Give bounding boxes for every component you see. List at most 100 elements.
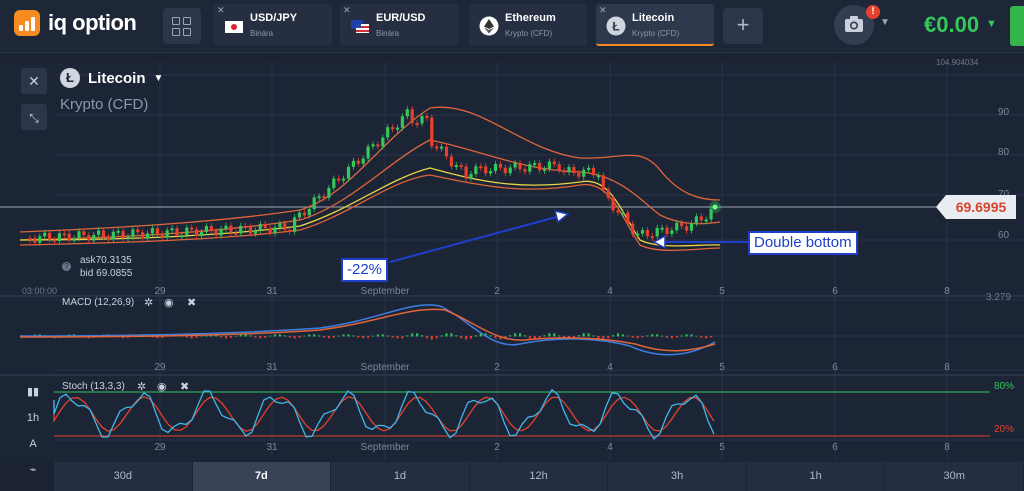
macd-histogram-bar <box>293 336 296 339</box>
candle-body <box>631 223 635 235</box>
candle-body <box>611 197 615 211</box>
candle-body <box>587 167 591 170</box>
candle-body <box>106 236 110 240</box>
macd-histogram-bar <box>372 335 374 337</box>
candle-body <box>283 223 287 230</box>
bid-value: 69.0855 <box>96 268 133 279</box>
timeframe-30d[interactable]: 30d <box>54 462 193 491</box>
time-axis-label: 31 <box>266 362 278 373</box>
candle-body <box>420 116 424 124</box>
price-axis-label: 80 <box>998 147 1010 158</box>
macd-histogram-bar <box>215 335 218 337</box>
close-icon[interactable]: ✖ <box>187 296 196 309</box>
macd-histogram-bar <box>234 335 237 337</box>
macd-histogram-bar <box>303 335 306 337</box>
close-icon[interactable]: ✖ <box>180 380 189 393</box>
eye-icon[interactable]: ◉ <box>157 380 167 393</box>
candle-body <box>538 163 542 171</box>
macd-line <box>19 304 716 356</box>
macd-histogram-bar <box>278 334 281 337</box>
time-axis-label: 2 <box>494 362 500 373</box>
candle-body <box>489 171 493 174</box>
candle-body <box>356 160 360 164</box>
candle-body <box>92 234 96 241</box>
candle-body <box>239 225 243 234</box>
candle-body <box>395 127 400 130</box>
candle-body <box>606 189 610 198</box>
macd-histogram-bar <box>617 333 619 337</box>
timeframe-12h[interactable]: 12h <box>469 462 609 491</box>
candle-body <box>312 197 316 210</box>
macd-series <box>19 304 1024 356</box>
gear-icon[interactable]: ✲ <box>144 296 153 309</box>
candle-body <box>557 164 561 171</box>
macd-scale-label: 3.279 <box>986 292 1012 303</box>
trend-icon: ⌁ <box>29 464 37 476</box>
stoch-lower-level: 20% <box>994 424 1015 435</box>
macd-histogram-bar <box>651 334 654 337</box>
ask-bid-info: ask70.3135 bid 69.0855 <box>80 254 132 280</box>
candle-body <box>185 227 189 236</box>
candle-body <box>484 166 488 174</box>
time-axis-label: 29 <box>154 442 166 453</box>
candle-body <box>675 222 679 231</box>
macd-histogram-bar <box>543 335 546 337</box>
candle-body <box>474 166 478 174</box>
macd-histogram-bar <box>229 336 232 338</box>
timeframe-30m[interactable]: 30m <box>885 462 1024 491</box>
candle-body <box>87 235 91 241</box>
eye-icon[interactable]: ◉ <box>164 296 174 309</box>
candle-body <box>479 166 483 169</box>
indicators-button[interactable]: A <box>20 433 46 455</box>
macd-histogram-bar <box>553 333 556 337</box>
drawing-tools-button[interactable]: ⌁ <box>20 459 46 481</box>
close-chart-button[interactable]: ✕ <box>21 68 47 94</box>
macd-histogram-bar <box>318 335 321 337</box>
timeframe-1h[interactable]: 1h <box>746 462 886 491</box>
collapse-chart-button[interactable]: ⤡ <box>21 104 47 130</box>
macd-histogram-bar <box>470 336 472 339</box>
timeframe-1d[interactable]: 1d <box>331 462 470 491</box>
macd-histogram-bar <box>396 336 399 339</box>
macd-histogram-bar <box>587 333 590 337</box>
candle-body <box>82 231 86 236</box>
candle-body <box>430 117 434 147</box>
macd-histogram-bar <box>646 335 649 337</box>
bollinger-upper-line <box>19 106 721 233</box>
timeframe-7d[interactable]: 7d <box>192 462 332 491</box>
indicator-icon: A <box>29 438 37 450</box>
chart-type-button[interactable]: ▮▮ <box>20 381 46 403</box>
gear-icon[interactable]: ✲ <box>137 380 146 393</box>
macd-histogram-bar <box>626 335 629 337</box>
candle-body <box>616 210 620 213</box>
macd-histogram-bar <box>401 336 404 339</box>
time-axis-label: 29 <box>154 362 166 373</box>
macd-histogram-bar <box>269 335 272 337</box>
time-axis-label: September <box>361 442 411 453</box>
macd-histogram-bar <box>249 335 252 337</box>
candle-body <box>415 123 419 126</box>
candle-body <box>361 158 365 164</box>
candle-body <box>258 223 262 231</box>
candle-body <box>577 173 581 177</box>
macd-histogram-bar <box>367 336 370 338</box>
candle-body <box>386 127 390 138</box>
macd-histogram-bar <box>538 336 541 339</box>
candle-body <box>552 161 556 165</box>
macd-histogram-bar <box>685 334 688 337</box>
candle-body <box>636 233 640 236</box>
time-axis-label: 5 <box>719 362 725 373</box>
macd-histogram-bar <box>636 336 639 339</box>
macd-histogram-bar <box>494 336 497 339</box>
asset-selector[interactable]: Ł Litecoin ▼ <box>60 68 163 88</box>
macd-histogram-bar <box>391 336 394 338</box>
help-icon[interactable]: ? <box>62 262 71 271</box>
interval-button[interactable]: 1h <box>20 407 46 429</box>
timeframe-3h[interactable]: 3h <box>608 462 747 491</box>
macd-histogram-bar <box>239 334 242 337</box>
candle-body <box>596 175 600 178</box>
candle-body <box>170 228 174 231</box>
macd-histogram-bar <box>670 336 673 339</box>
macd-histogram-bar <box>220 336 223 338</box>
macd-histogram-bar <box>455 335 458 337</box>
